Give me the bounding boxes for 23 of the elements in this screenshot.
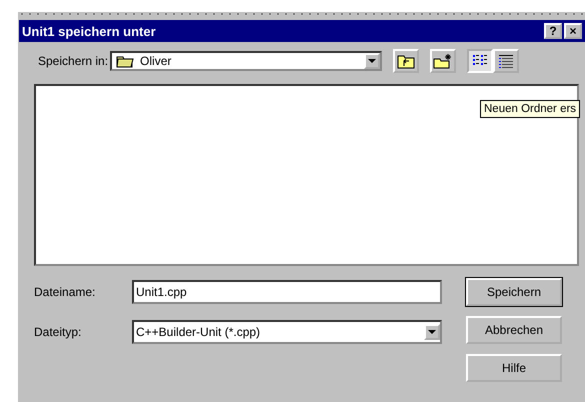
close-button[interactable]: × (564, 23, 582, 39)
file-name-label: Dateiname: (34, 285, 96, 299)
file-name-field[interactable]: Unit1.cpp (132, 280, 442, 304)
folder-icon (116, 54, 134, 68)
save-in-label: Speichern in: (38, 54, 108, 68)
dialog-button[interactable]: Hilfe (466, 354, 562, 382)
up-folder-button[interactable] (393, 49, 420, 73)
folder-up-icon (397, 53, 416, 69)
new-folder-button[interactable] (430, 49, 456, 73)
save-button[interactable]: Speichern (466, 278, 562, 306)
new-folder-icon (433, 53, 454, 69)
file-type-dropdown[interactable]: C++Builder-Unit (*.cpp) (132, 320, 442, 344)
window-title: Unit1 speichern unter (22, 24, 156, 38)
help-button[interactable]: ? (544, 23, 562, 39)
details-view-icon (498, 54, 514, 68)
dialog-button[interactable]: Abbrechen (466, 316, 562, 344)
tooltip: Neuen Ordner ers (480, 100, 580, 118)
list-view-icon (472, 54, 488, 68)
details-view-button[interactable] (493, 49, 520, 73)
file-type-label: Dateityp: (34, 325, 82, 339)
list-view-button[interactable] (467, 49, 494, 73)
save-in-dropdown[interactable]: Oliver (110, 51, 382, 71)
file-list[interactable] (34, 84, 579, 266)
